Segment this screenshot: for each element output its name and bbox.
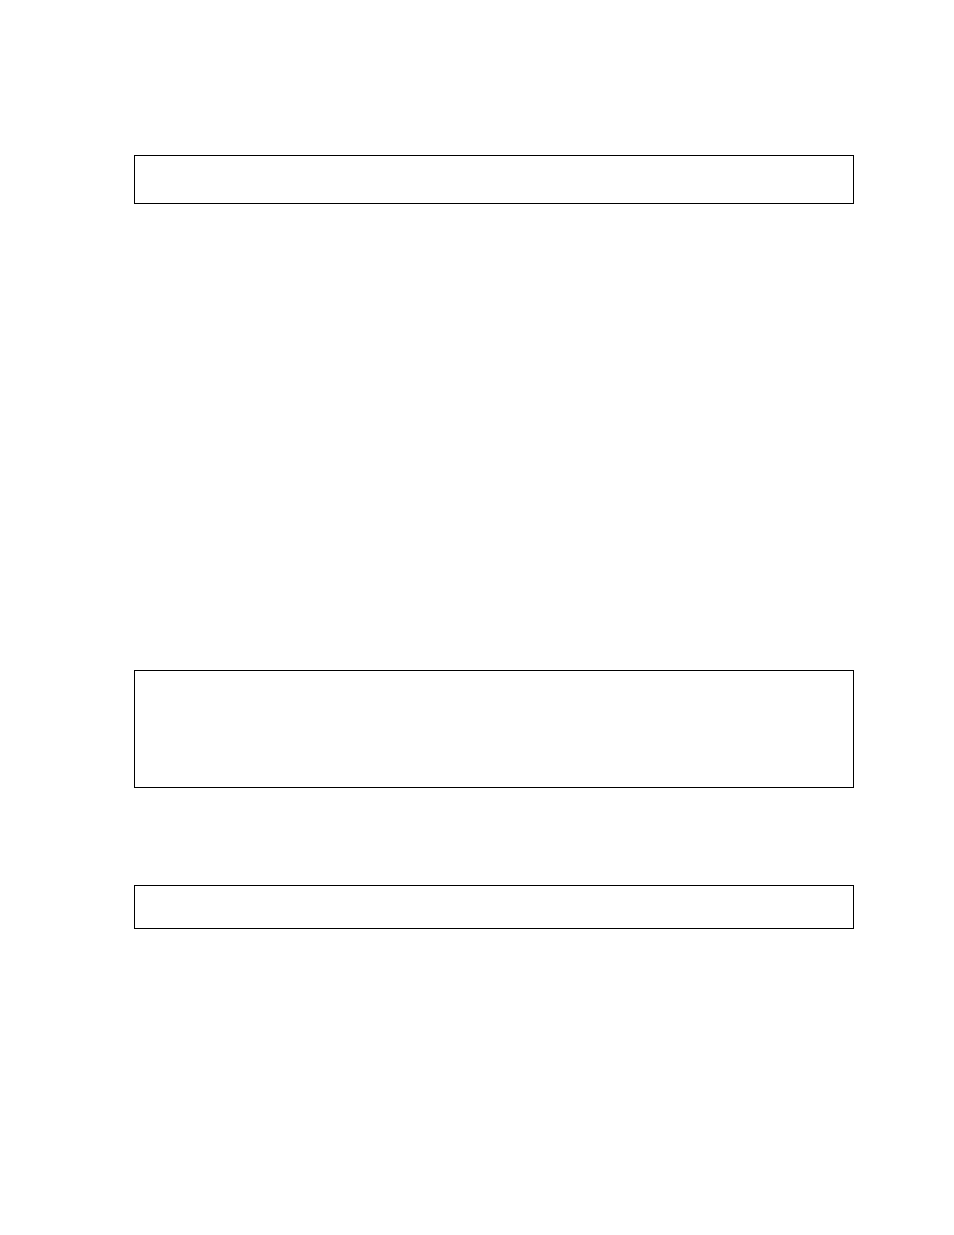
empty-box-2: [134, 670, 854, 788]
empty-box-3: [134, 885, 854, 929]
empty-box-1: [134, 155, 854, 204]
document-page: [0, 0, 954, 1235]
